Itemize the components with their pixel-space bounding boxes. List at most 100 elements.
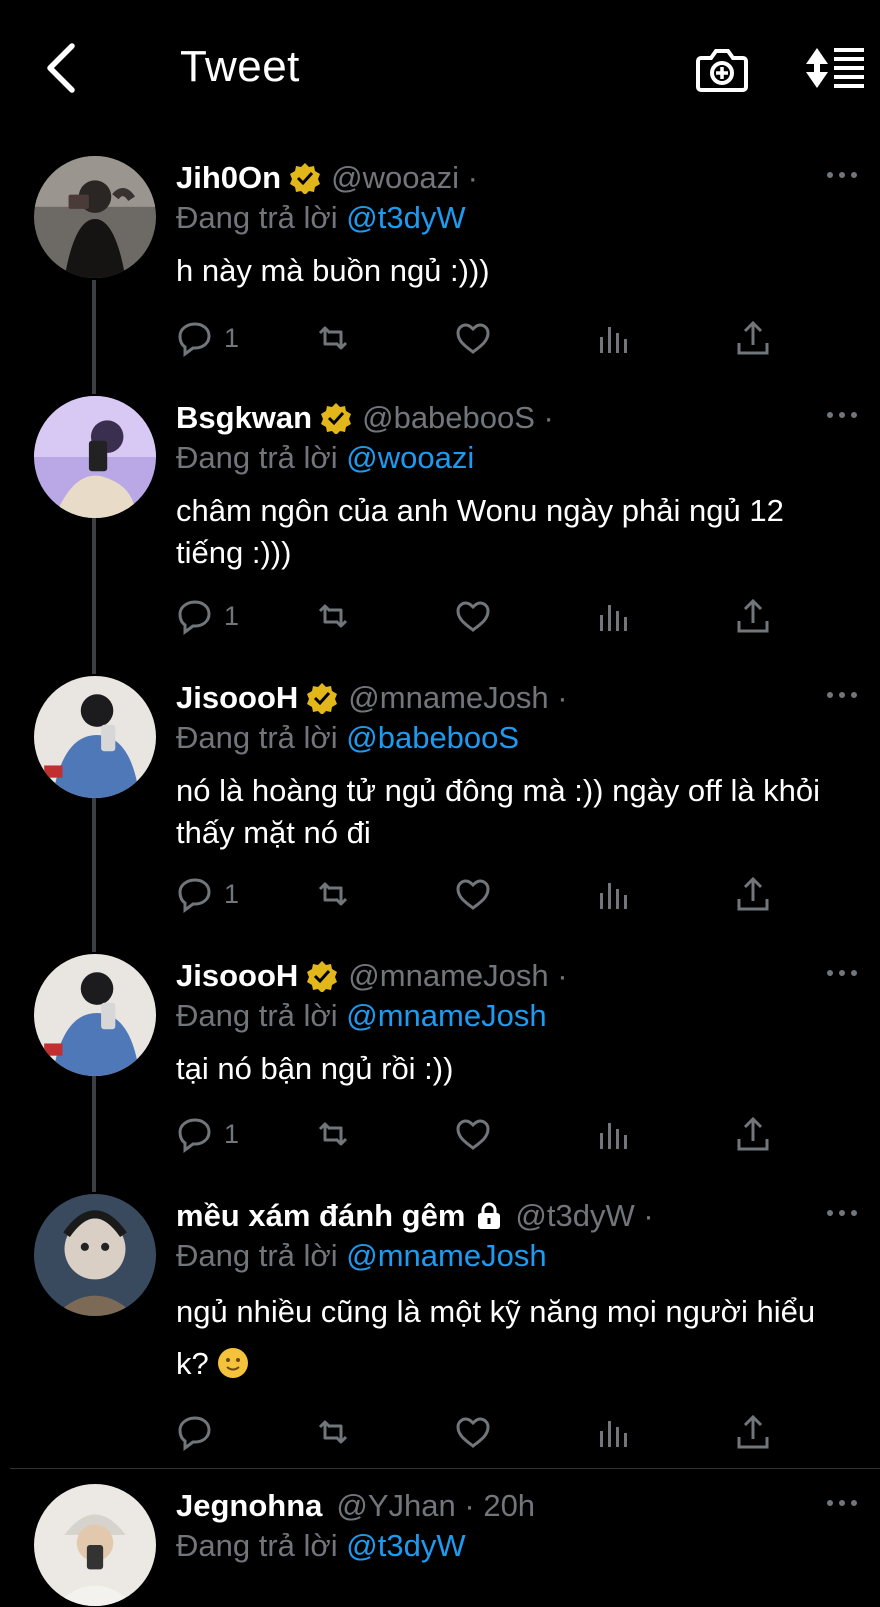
- views-icon: [600, 605, 627, 631]
- tweet-header: Jih0On @wooazi ·: [176, 156, 478, 200]
- sort-replies-icon[interactable]: [806, 44, 866, 94]
- views-button[interactable]: [594, 316, 632, 360]
- more-options-icon[interactable]: [824, 680, 860, 710]
- display-name[interactable]: Jegnohna: [176, 1488, 322, 1524]
- display-name[interactable]: Jih0On: [176, 160, 281, 196]
- heart-icon: [456, 601, 490, 632]
- reply-button[interactable]: 1: [176, 1112, 239, 1156]
- more-options-icon[interactable]: [824, 160, 860, 190]
- avatar[interactable]: [34, 396, 156, 518]
- share-icon: [737, 1414, 769, 1449]
- retweet-icon: [318, 326, 348, 350]
- reply-button[interactable]: 1: [176, 594, 239, 638]
- mention-link[interactable]: @babebooS: [346, 720, 519, 755]
- views-button[interactable]: [594, 1410, 632, 1454]
- replying-to: Đang trả lời @mnameJosh: [176, 998, 547, 1034]
- like-button[interactable]: [454, 316, 492, 360]
- reply-button[interactable]: 1: [176, 872, 239, 916]
- handle[interactable]: @t3dyW ·: [515, 1198, 653, 1234]
- retweet-button[interactable]: [314, 316, 352, 360]
- retweet-button[interactable]: [314, 1410, 352, 1454]
- action-bar: 1: [176, 1112, 816, 1156]
- more-options-icon[interactable]: [824, 958, 860, 988]
- reply-icon: [178, 1118, 211, 1153]
- views-icon: [600, 1123, 627, 1149]
- mention-link[interactable]: @wooazi: [346, 440, 474, 475]
- avatar[interactable]: [34, 156, 156, 278]
- views-button[interactable]: [594, 872, 632, 916]
- mention-link[interactable]: @mnameJosh: [346, 1238, 546, 1273]
- handle[interactable]: @YJhan · 20h: [336, 1488, 535, 1524]
- retweet-icon: [318, 1420, 348, 1444]
- like-button[interactable]: [454, 1112, 492, 1156]
- heart-icon: [456, 1417, 490, 1448]
- share-button[interactable]: [734, 316, 772, 360]
- share-button[interactable]: [734, 872, 772, 916]
- reply-button[interactable]: [176, 1410, 224, 1454]
- thread-line: [92, 518, 96, 674]
- share-button[interactable]: [734, 1112, 772, 1156]
- display-name[interactable]: JisoooH: [176, 680, 298, 716]
- back-arrow-icon[interactable]: [40, 40, 84, 96]
- replying-to: Đang trả lời @mnameJosh: [176, 1238, 547, 1274]
- replying-to: Đang trả lời @babebooS: [176, 720, 519, 756]
- replying-prefix: Đang trả lời: [176, 200, 338, 235]
- retweet-icon: [318, 604, 348, 628]
- replying-prefix: Đang trả lời: [176, 1238, 338, 1273]
- page-title: Tweet: [180, 42, 300, 91]
- tweet-header: mều xám đánh gêm @t3dyW ·: [176, 1194, 654, 1238]
- heart-icon: [456, 879, 490, 910]
- tweet-header: Jegnohna @YJhan · 20h: [176, 1484, 535, 1528]
- retweet-button[interactable]: [314, 872, 352, 916]
- camera-plus-icon[interactable]: [696, 44, 748, 94]
- like-button[interactable]: [454, 872, 492, 916]
- mention-link[interactable]: @mnameJosh: [346, 998, 546, 1033]
- like-button[interactable]: [454, 1410, 492, 1454]
- reply-count: 1: [224, 1118, 240, 1149]
- share-icon: [737, 1116, 769, 1151]
- action-bar: 1: [176, 316, 816, 360]
- tweet-text: châm ngôn của anh Wonu ngày phải ngủ 12 …: [176, 493, 784, 570]
- avatar[interactable]: [34, 1194, 156, 1316]
- share-icon: [737, 320, 769, 355]
- views-button[interactable]: [594, 594, 632, 638]
- views-icon: [600, 883, 627, 909]
- thread-line: [92, 1076, 96, 1192]
- verified-badge-icon: [307, 683, 338, 714]
- reply-count: 1: [224, 600, 240, 631]
- verified-badge-icon: [321, 403, 352, 434]
- share-icon: [737, 876, 769, 911]
- heart-icon: [456, 1119, 490, 1150]
- retweet-icon: [318, 882, 348, 906]
- retweet-button[interactable]: [314, 594, 352, 638]
- handle[interactable]: @mnameJosh ·: [348, 680, 567, 716]
- display-name[interactable]: JisoooH: [176, 958, 298, 994]
- retweet-icon: [318, 1122, 348, 1146]
- handle[interactable]: @babebooS ·: [362, 400, 554, 436]
- top-bar: Tweet: [0, 0, 880, 140]
- like-button[interactable]: [454, 594, 492, 638]
- share-button[interactable]: [734, 1410, 772, 1454]
- share-icon: [737, 598, 769, 633]
- views-button[interactable]: [594, 1112, 632, 1156]
- avatar[interactable]: [34, 676, 156, 798]
- avatar[interactable]: [34, 954, 156, 1076]
- thread-line: [92, 798, 96, 952]
- replying-to: Đang trả lời @wooazi: [176, 440, 474, 476]
- reply-button[interactable]: 1: [176, 316, 239, 360]
- more-options-icon[interactable]: [824, 1488, 860, 1518]
- share-button[interactable]: [734, 594, 772, 638]
- mention-link[interactable]: @t3dyW: [346, 1528, 465, 1563]
- retweet-button[interactable]: [314, 1112, 352, 1156]
- more-options-icon[interactable]: [824, 400, 860, 430]
- thread-line: [92, 280, 96, 394]
- display-name[interactable]: Bsgkwan: [176, 400, 312, 436]
- handle[interactable]: @wooazi ·: [331, 160, 478, 196]
- display-name[interactable]: mều xám đánh gêm: [176, 1198, 465, 1234]
- avatar[interactable]: [34, 1484, 156, 1606]
- mention-link[interactable]: @t3dyW: [346, 200, 465, 235]
- handle[interactable]: @mnameJosh ·: [348, 958, 567, 994]
- tweet-text: ngủ nhiều cũng là một kỹ năng mọi người …: [176, 1286, 856, 1390]
- more-options-icon[interactable]: [824, 1198, 860, 1228]
- replying-prefix: Đang trả lời: [176, 720, 338, 755]
